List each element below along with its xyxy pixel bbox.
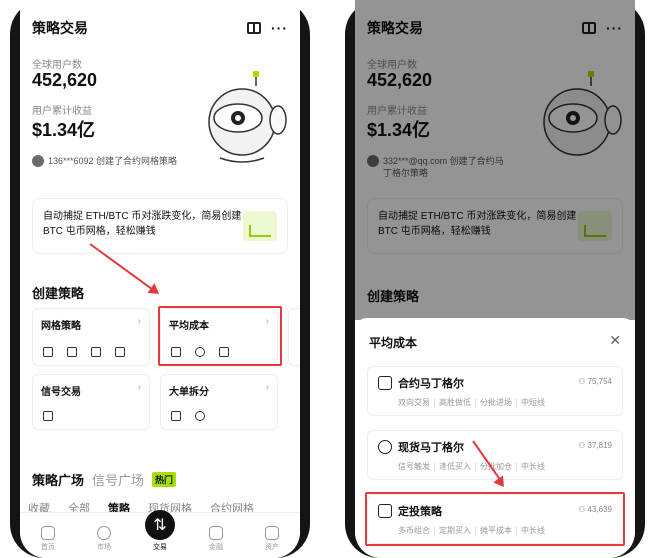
hot-badge: 热门 bbox=[152, 472, 177, 487]
activity-text: 136***6092 创建了合约网格策略 bbox=[48, 156, 178, 166]
nav-label: 金融 bbox=[209, 544, 223, 551]
signal-plaza-tab[interactable]: 信号广场 bbox=[92, 470, 144, 489]
user-count: ⚇ 75,754 bbox=[578, 377, 612, 386]
card-partial[interactable] bbox=[288, 308, 300, 366]
nav-label: 市场 bbox=[97, 544, 111, 551]
nav-finance[interactable]: 金融 bbox=[196, 526, 236, 552]
highlight-box bbox=[158, 306, 282, 366]
card-title: 网格策略 bbox=[41, 321, 81, 332]
triangle-icon bbox=[171, 411, 181, 421]
tag: 高胜做低 bbox=[439, 398, 471, 407]
trade-icon: ⇅ bbox=[145, 510, 175, 540]
card-signal-trading[interactable]: 信号交易 › bbox=[32, 374, 150, 430]
card-title: 信号交易 bbox=[41, 387, 81, 398]
card-order-split[interactable]: 大单拆分 › bbox=[160, 374, 278, 430]
highlight-box bbox=[365, 492, 625, 546]
nav-trade[interactable]: ⇅ 交易 bbox=[140, 510, 180, 552]
strategy-plaza-header: 策略广场 信号广场 热门 bbox=[32, 470, 177, 489]
phone-left: 策略交易 ··· 全球用户数 452,620 用户累计收益 $1.34亿 136… bbox=[10, 0, 310, 558]
earnings-label: 用户累计收益 bbox=[32, 106, 92, 117]
clock-icon bbox=[195, 411, 205, 421]
grid-icon bbox=[91, 347, 101, 357]
dollar-icon bbox=[378, 440, 392, 454]
nav-label: 首页 bbox=[41, 544, 55, 551]
card-title: 大单拆分 bbox=[169, 387, 209, 398]
tag: 分批加仓 bbox=[480, 462, 512, 471]
option-contract-martingale[interactable]: 合约马丁格尔 ⚇ 75,754 双向交易 高胜做低 分批进场 中短线 bbox=[367, 366, 623, 416]
earnings-value: $1.34亿 bbox=[32, 120, 96, 140]
tag: 信号触发 bbox=[398, 462, 430, 471]
create-strategy-title: 创建策略 bbox=[32, 286, 85, 301]
tag: 逢低买入 bbox=[439, 462, 471, 471]
market-icon bbox=[97, 526, 111, 540]
nav-assets[interactable]: 资产 bbox=[252, 526, 292, 552]
chart-icon bbox=[243, 211, 277, 241]
nav-market[interactable]: 市场 bbox=[84, 526, 124, 552]
nav-home[interactable]: 首页 bbox=[28, 526, 68, 552]
plaza-title[interactable]: 策略广场 bbox=[32, 470, 84, 489]
count-value: 37,819 bbox=[587, 441, 612, 450]
tag: 中短线 bbox=[521, 398, 545, 407]
user-count: ⚇ 37,819 bbox=[578, 441, 612, 450]
screen-left: 策略交易 ··· 全球用户数 452,620 用户累计收益 $1.34亿 136… bbox=[20, 0, 300, 558]
chevron-right-icon: › bbox=[265, 382, 269, 393]
option-title: 现货马丁格尔 bbox=[398, 442, 464, 454]
activity-ticker: 136***6092 创建了合约网格策略 bbox=[32, 155, 192, 167]
average-cost-sheet: 平均成本 ✕ 合约马丁格尔 ⚇ 75,754 双向交易 高胜做低 分批进场 中短… bbox=[355, 318, 635, 558]
option-tags: 双向交易 高胜做低 分批进场 中短线 bbox=[398, 397, 545, 408]
users-value: 452,620 bbox=[32, 70, 98, 90]
tag: 中长线 bbox=[521, 462, 545, 471]
chevron-right-icon: › bbox=[137, 382, 141, 393]
bottom-nav: 首页 市场 ⇅ 交易 金融 资产 bbox=[20, 510, 300, 558]
nav-label: 资产 bbox=[265, 544, 279, 551]
grid-icon bbox=[43, 347, 53, 357]
option-tags: 信号触发 逢低买入 分批加仓 中长线 bbox=[398, 461, 545, 472]
grid-icon bbox=[115, 347, 125, 357]
home-icon bbox=[41, 526, 55, 540]
finance-icon bbox=[209, 526, 223, 540]
grid-icon bbox=[67, 347, 77, 357]
tag: 双向交易 bbox=[398, 398, 430, 407]
avatar bbox=[32, 155, 44, 167]
book-icon[interactable] bbox=[247, 22, 261, 34]
close-icon[interactable]: ✕ bbox=[609, 332, 621, 349]
users-label: 全球用户数 bbox=[32, 60, 82, 71]
card-grid-strategy[interactable]: 网格策略 › bbox=[32, 308, 150, 366]
promo-text: 自动捕捉 ETH/BTC 币对涨跌变化，简易创建 BTC 屯币网格，轻松赚钱 bbox=[43, 211, 242, 237]
screen-right: 策略交易 ··· 全球用户数 452,620 用户累计收益 $1.34亿 332… bbox=[355, 0, 635, 558]
wallet-icon bbox=[265, 526, 279, 540]
count-value: 75,754 bbox=[587, 377, 612, 386]
modal-backdrop[interactable] bbox=[355, 0, 635, 320]
nav-label: 交易 bbox=[153, 544, 167, 551]
top-bar: 策略交易 ··· bbox=[32, 18, 288, 38]
option-title: 合约马丁格尔 bbox=[398, 378, 464, 390]
chevron-right-icon: › bbox=[137, 316, 141, 327]
promo-banner[interactable]: 自动捕捉 ETH/BTC 币对涨跌变化，简易创建 BTC 屯币网格，轻松赚钱 bbox=[32, 198, 288, 254]
more-icon[interactable]: ··· bbox=[271, 20, 288, 36]
robot-illustration bbox=[208, 71, 287, 163]
page-title: 策略交易 bbox=[32, 20, 88, 36]
sheet-title: 平均成本 bbox=[369, 336, 418, 350]
contract-icon bbox=[378, 376, 392, 390]
signal-icon bbox=[43, 411, 53, 421]
tag: 分批进场 bbox=[480, 398, 512, 407]
phone-right: 策略交易 ··· 全球用户数 452,620 用户累计收益 $1.34亿 332… bbox=[345, 0, 645, 558]
